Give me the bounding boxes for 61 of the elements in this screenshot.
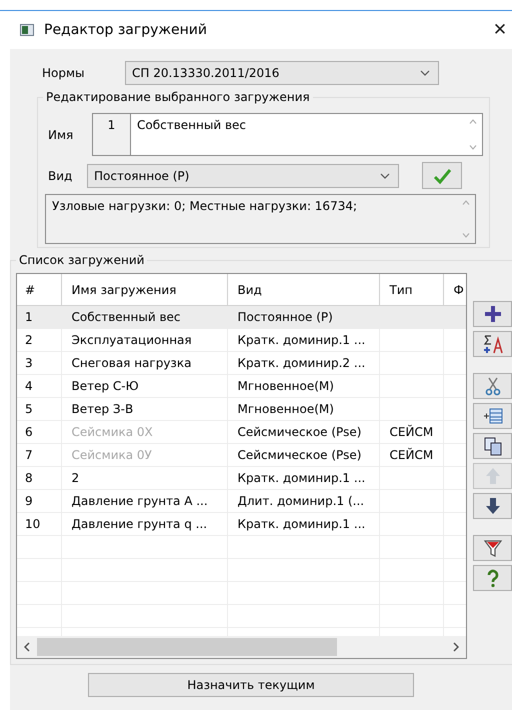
norms-label: Нормы	[41, 66, 86, 80]
table-cell: Давление грунта А ...	[61, 490, 227, 512]
column-header[interactable]: Имя загружения	[61, 274, 227, 306]
table-cell: Ветер С-Ю	[61, 374, 227, 398]
table-cell: 7	[17, 444, 61, 466]
table-cell: Кратк. доминир.1 ...	[227, 328, 379, 352]
table-cell: 5	[17, 398, 61, 420]
table-row[interactable]: 1 Собственный вес Постоянное (P)	[17, 306, 466, 328]
column-header[interactable]: #	[17, 274, 61, 306]
table-cell: Эксплуатационная	[61, 328, 227, 352]
column-header[interactable]: Тип	[379, 274, 443, 306]
table-cell: Кратк. доминир.2 ...	[227, 352, 379, 374]
table-row[interactable]: 3 Снеговая нагрузка Кратк. доминир.2 ...	[17, 352, 466, 374]
table-cell: 10	[17, 512, 61, 536]
table-cell: Сейсмическое (Pse)	[227, 420, 379, 444]
table-cell: 6	[17, 420, 61, 444]
table-row[interactable]: 8 2 Кратк. доминир.1 ...	[17, 466, 466, 490]
table-cell: Кратк. доминир.1 ...	[227, 512, 379, 536]
table-cell: СЕЙСМ	[379, 420, 443, 444]
table-cell: Собственный вес	[61, 306, 227, 328]
table-row[interactable]: 9 Давление грунта А ... Длит. доминир.1 (...	[17, 490, 466, 512]
assign-current-button[interactable]: Назначить текущим	[88, 673, 414, 697]
table-cell: 2	[17, 328, 61, 352]
table-cell: Сейсмика 0X	[61, 420, 227, 444]
group-title: Список загружений	[16, 253, 148, 267]
table-row[interactable]: 4 Ветер С-Ю Мгновенное(M)	[17, 374, 466, 398]
table-cell: 1	[17, 306, 61, 328]
info-text: Узловые нагрузки: 0; Местные нагрузки: 16734;	[51, 198, 358, 215]
table-cell: 3	[17, 352, 61, 374]
close-button[interactable]: ✕	[488, 20, 512, 40]
name-field[interactable]: 1 Собственный вес	[92, 113, 483, 156]
type-dropdown[interactable]: Постоянное (P)	[87, 164, 399, 188]
table-cell: 9	[17, 490, 61, 512]
table-cell: 8	[17, 466, 61, 490]
name-label: Имя	[47, 128, 74, 142]
table-cell: Давление грунта q ...	[61, 512, 227, 536]
table-cell: Длит. доминир.1 (...	[227, 490, 379, 512]
table-cell: Сейсмическое (Pse)	[227, 444, 379, 466]
column-header[interactable]: Вид	[227, 274, 379, 306]
table-cell: Кратк. доминир.1 ...	[227, 466, 379, 490]
window-title: Редактор загружений	[44, 22, 208, 38]
table-cell: СЕЙСМ	[379, 444, 443, 466]
type-label: Вид	[47, 168, 74, 182]
number-cell: 1	[93, 114, 131, 155]
table-row[interactable]: 10 Давление грунта q ... Кратк. доминир.1 ...	[17, 512, 466, 536]
table-row[interactable]: 2 Эксплуатационная Кратк. доминир.1 ...	[17, 328, 466, 352]
table-row[interactable]: 5 Ветер З-В Мгновенное(M)	[17, 398, 466, 420]
name-value: Собственный вес	[136, 117, 247, 134]
group-title: Редактирование выбранного загружения	[43, 90, 313, 104]
norms-value: СП 20.13330.2011/2016	[132, 66, 280, 80]
table-cell: 2	[61, 466, 227, 490]
type-value: Постоянное (P)	[94, 168, 190, 182]
table-cell: Мгновенное(M)	[227, 374, 379, 398]
table-cell: Сейсмика 0У	[61, 444, 227, 466]
table-cell: Ветер З-В	[61, 398, 227, 420]
table-cell: Мгновенное(M)	[227, 398, 379, 420]
norms-dropdown[interactable]: СП 20.13330.2011/2016	[125, 61, 439, 85]
table-cell: Постоянное (P)	[227, 306, 379, 328]
table-cell: 4	[17, 374, 61, 398]
column-header[interactable]: Ф	[443, 274, 466, 306]
table-cell: Снеговая нагрузка	[61, 352, 227, 374]
